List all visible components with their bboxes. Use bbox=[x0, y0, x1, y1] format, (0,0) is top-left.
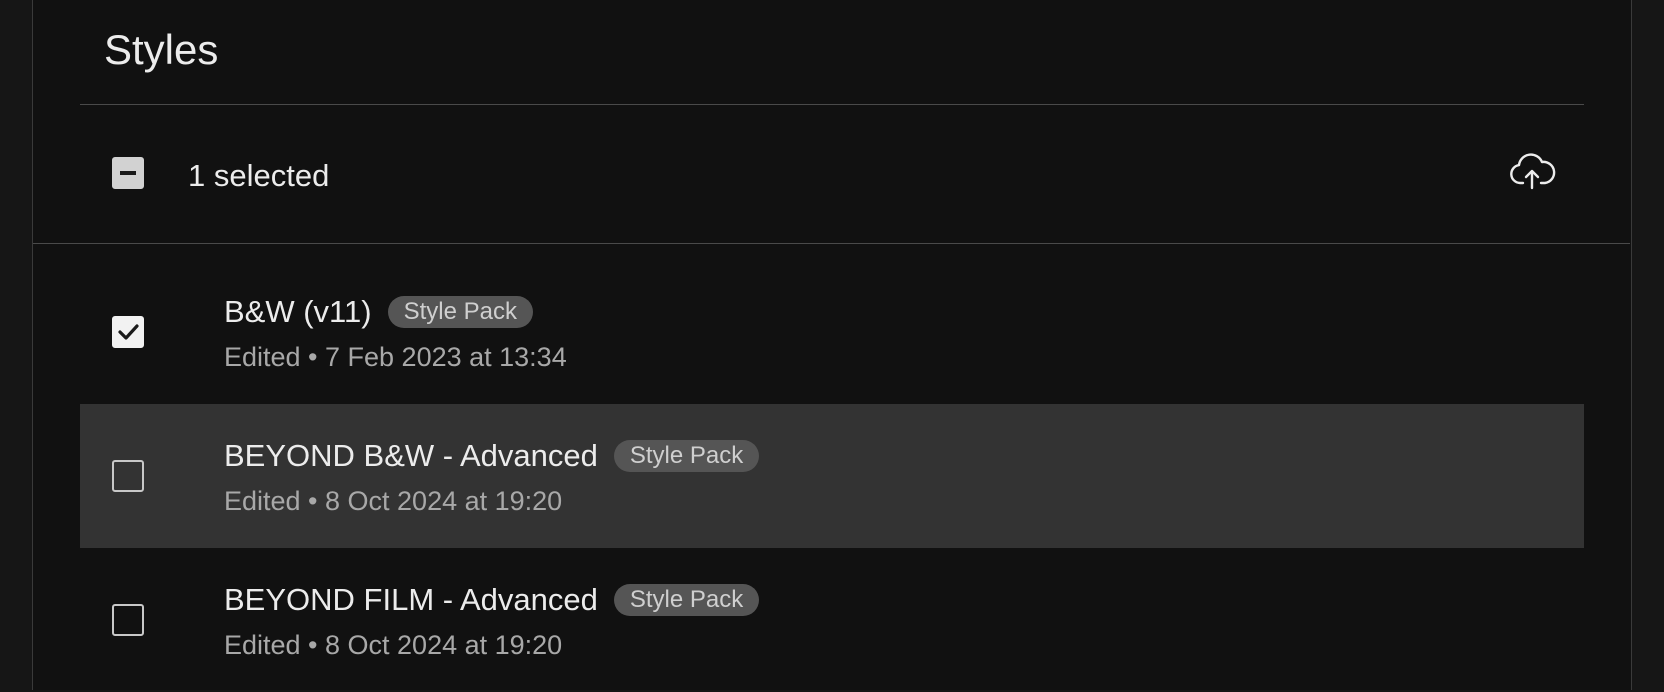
style-pack-badge: Style Pack bbox=[613, 440, 760, 472]
style-row[interactable]: BEYOND FILM - Advanced Style Pack Edited… bbox=[80, 548, 1584, 692]
style-name: BEYOND B&W - Advanced bbox=[224, 438, 598, 473]
row-title: B&W (v11) Style Pack bbox=[224, 292, 533, 332]
checkmark-icon bbox=[118, 324, 139, 340]
row-checkbox[interactable] bbox=[112, 460, 144, 492]
divider bbox=[33, 243, 1630, 244]
row-checkbox[interactable] bbox=[112, 604, 144, 636]
style-pack-badge: Style Pack bbox=[613, 584, 760, 616]
style-row[interactable]: BEYOND B&W - Advanced Style Pack Edited … bbox=[80, 404, 1584, 548]
style-pack-badge: Style Pack bbox=[387, 296, 533, 328]
edited-date: Edited • 7 Feb 2023 at 13:34 bbox=[224, 342, 567, 372]
select-all-checkbox[interactable] bbox=[112, 157, 144, 189]
row-title: BEYOND B&W - Advanced Style Pack bbox=[224, 436, 760, 476]
page-title: Styles bbox=[104, 26, 219, 73]
style-name: B&W (v11) bbox=[224, 294, 372, 329]
selection-count: 1 selected bbox=[188, 158, 330, 193]
edited-date: Edited • 8 Oct 2024 at 19:20 bbox=[224, 486, 563, 516]
row-title: BEYOND FILM - Advanced Style Pack bbox=[224, 580, 760, 620]
cloud-upload-icon[interactable] bbox=[1508, 150, 1556, 198]
style-name: BEYOND FILM - Advanced bbox=[224, 582, 598, 617]
edited-date: Edited • 8 Oct 2024 at 19:20 bbox=[224, 630, 563, 660]
style-row[interactable]: B&W (v11) Style Pack Edited • 7 Feb 2023… bbox=[80, 260, 1584, 404]
row-checkbox[interactable] bbox=[112, 316, 144, 348]
